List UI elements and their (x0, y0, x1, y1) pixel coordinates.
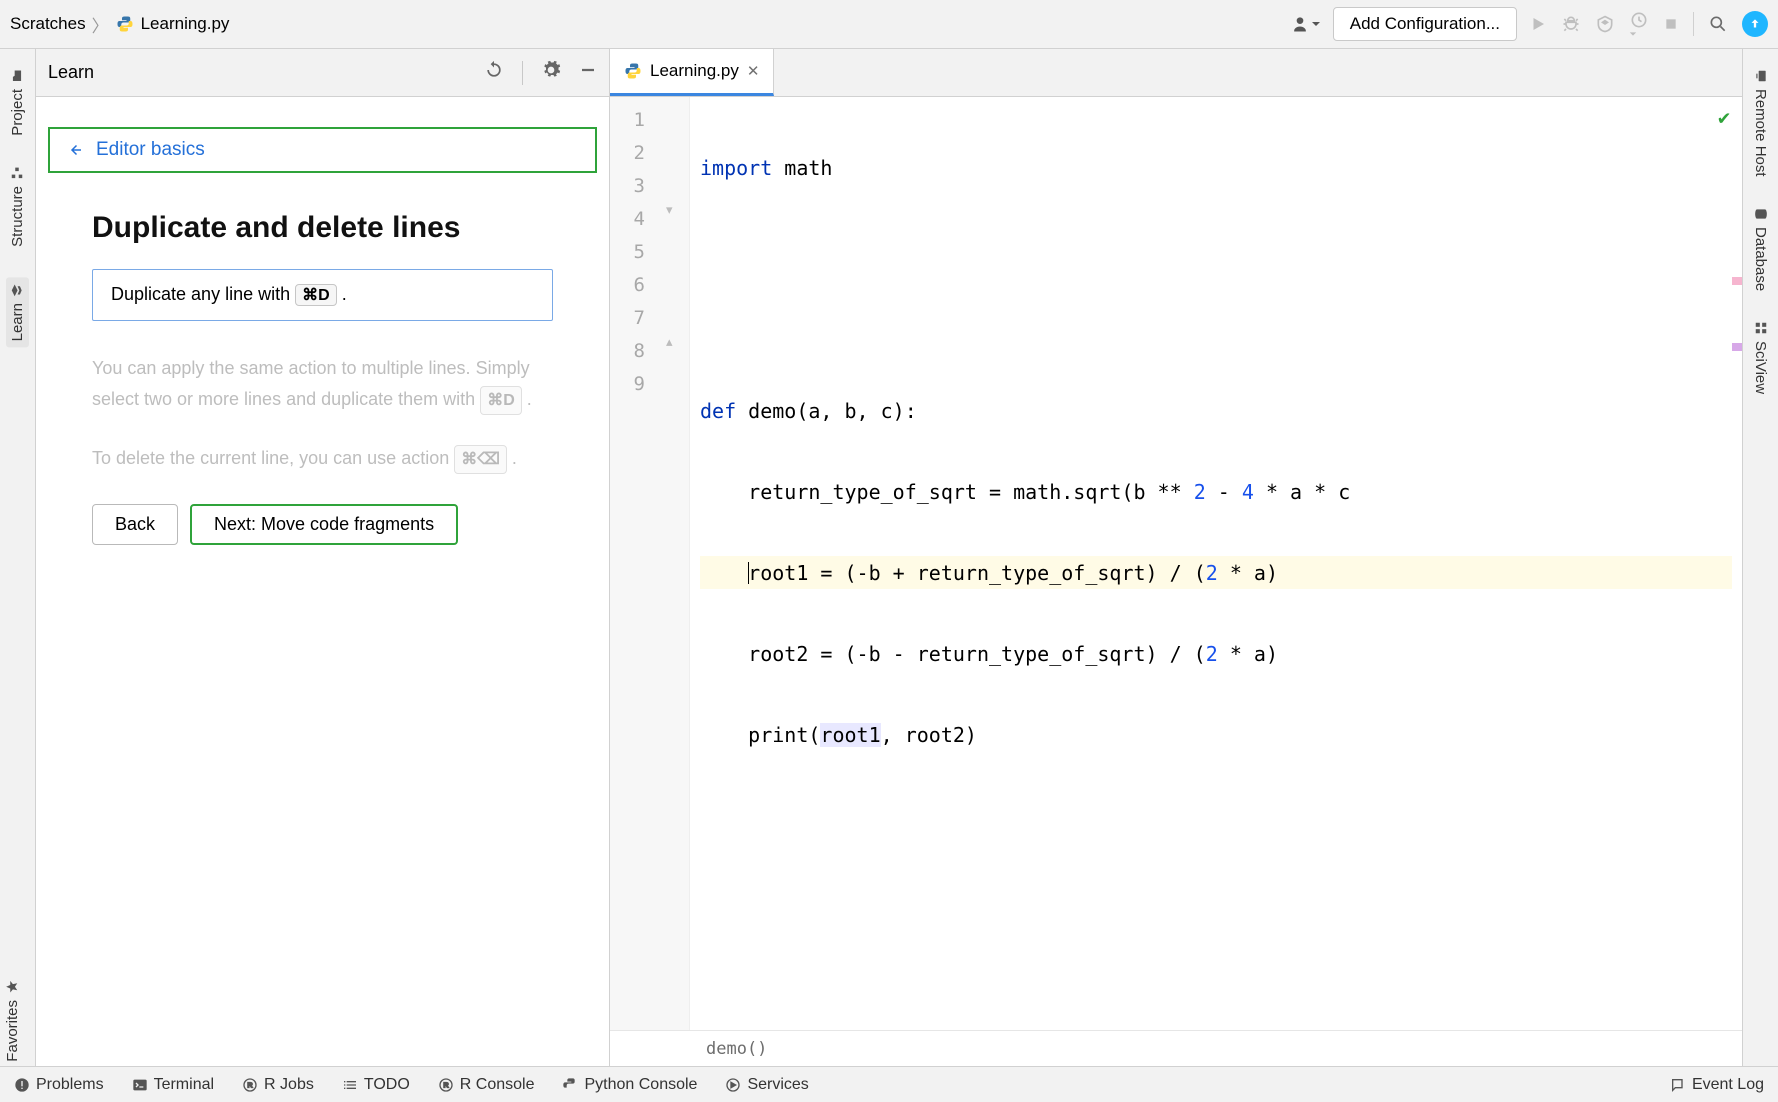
right-tool-rail: Remote Host Database SciView (1742, 49, 1778, 1066)
next-button[interactable]: Next: Move code fragments (190, 504, 458, 545)
lesson-step-upcoming-1: You can apply the same action to multipl… (92, 353, 553, 415)
shortcut-key: ⌘D (480, 386, 522, 415)
python-file-icon (624, 62, 642, 80)
learn-panel-title: Learn (48, 62, 94, 83)
debug-icon[interactable] (1561, 14, 1581, 34)
sciview-tool-button[interactable]: SciView (1752, 321, 1769, 394)
code-editor[interactable]: 1 2 3 4 5 6 7 8 9 ▾ ▴ import math def de… (610, 97, 1742, 1030)
breadcrumb-file[interactable]: Learning.py (141, 14, 230, 34)
search-icon[interactable] (1708, 14, 1728, 34)
update-icon[interactable] (1742, 11, 1768, 37)
line-number: 4 (610, 202, 689, 235)
run-icon[interactable] (1529, 15, 1547, 33)
back-button[interactable]: Back (92, 504, 178, 545)
shortcut-key: ⌘⌫ (454, 445, 507, 474)
close-icon[interactable]: ✕ (747, 62, 760, 80)
stop-icon[interactable] (1663, 16, 1679, 32)
line-number: 5 (610, 235, 689, 268)
restart-icon[interactable] (484, 60, 504, 85)
learn-tool-button[interactable]: Learn (6, 277, 29, 347)
learn-panel: Learn Editor basics Duplicate and delete… (36, 49, 610, 1066)
problems-tool-button[interactable]: Problems (14, 1076, 104, 1094)
favorites-tool-button[interactable]: Favorites (0, 976, 25, 1066)
breadcrumb: Scratches 〉 Learning.py (10, 12, 229, 37)
structure-tool-button[interactable]: Structure (9, 166, 26, 247)
toolbar-right: Add Configuration... (1289, 7, 1768, 41)
lesson-title: Duplicate and delete lines (92, 211, 609, 245)
user-menu-button[interactable] (1289, 14, 1321, 34)
top-toolbar: Scratches 〉 Learning.py Add Configuratio… (0, 0, 1778, 49)
fold-end-icon[interactable]: ▴ (666, 334, 673, 350)
toolbar-separator (1693, 12, 1694, 36)
code-content[interactable]: import math def demo(a, b, c): return_ty… (690, 97, 1742, 1030)
lesson-breadcrumb-link[interactable]: Editor basics (48, 127, 597, 173)
terminal-tool-button[interactable]: Terminal (132, 1076, 214, 1094)
bottom-tool-bar: Problems Terminal R R Jobs TODO R R Cons… (0, 1066, 1778, 1102)
inspection-ok-icon[interactable]: ✔ (1718, 105, 1730, 129)
fold-toggle-icon[interactable]: ▾ (666, 202, 673, 218)
rconsole-tool-button[interactable]: R R Console (438, 1076, 535, 1094)
lesson-breadcrumb-label: Editor basics (96, 139, 205, 161)
editor-gutter: 1 2 3 4 5 6 7 8 9 (610, 97, 690, 1030)
remote-host-tool-button[interactable]: Remote Host (1752, 69, 1769, 177)
editor-tabs: Learning.py ✕ (610, 49, 1742, 97)
svg-text:R: R (247, 1080, 253, 1089)
editor-tab-label: Learning.py (650, 61, 739, 81)
line-number: 8 (610, 334, 689, 367)
coverage-icon[interactable] (1595, 14, 1615, 34)
error-stripe[interactable] (1732, 97, 1742, 1030)
line-number: 1 (610, 103, 689, 136)
event-log-tool-button[interactable]: Event Log (1670, 1076, 1764, 1094)
line-number: 9 (610, 367, 689, 400)
rjobs-tool-button[interactable]: R R Jobs (242, 1076, 314, 1094)
editor-context-breadcrumb[interactable]: demo() (610, 1030, 1742, 1066)
python-console-tool-button[interactable]: Python Console (562, 1076, 697, 1094)
project-tool-button[interactable]: Project (9, 69, 26, 136)
profiler-icon[interactable] (1629, 10, 1649, 38)
line-number: 7 (610, 301, 689, 334)
left-tool-rail: Project Structure Learn (0, 49, 36, 1066)
favorites-rail: Favorites (0, 976, 36, 1066)
stripe-mark[interactable] (1732, 277, 1742, 285)
editor-area: Learning.py ✕ 1 2 3 4 5 6 7 8 9 ▾ ▴ impo… (610, 49, 1742, 1066)
lesson-step-current: Duplicate any line with ⌘D . (92, 269, 553, 321)
panel-separator (522, 61, 523, 85)
line-number: 2 (610, 136, 689, 169)
shortcut-key: ⌘D (295, 284, 337, 306)
python-file-icon (115, 14, 135, 34)
minimize-icon[interactable] (579, 61, 597, 84)
gear-icon[interactable] (541, 60, 561, 85)
lesson-step-upcoming-2: To delete the current line, you can use … (92, 443, 553, 474)
line-number: 3 (610, 169, 689, 202)
line-number: 6 (610, 268, 689, 301)
todo-tool-button[interactable]: TODO (342, 1076, 410, 1094)
stripe-mark[interactable] (1732, 343, 1742, 351)
learn-panel-header: Learn (36, 49, 609, 97)
services-tool-button[interactable]: Services (725, 1076, 808, 1094)
breadcrumb-sep: 〉 (92, 12, 109, 37)
add-configuration-button[interactable]: Add Configuration... (1333, 7, 1517, 41)
breadcrumb-root[interactable]: Scratches (10, 14, 86, 34)
database-tool-button[interactable]: Database (1752, 207, 1769, 291)
svg-text:R: R (443, 1080, 449, 1089)
editor-tab[interactable]: Learning.py ✕ (610, 49, 774, 96)
